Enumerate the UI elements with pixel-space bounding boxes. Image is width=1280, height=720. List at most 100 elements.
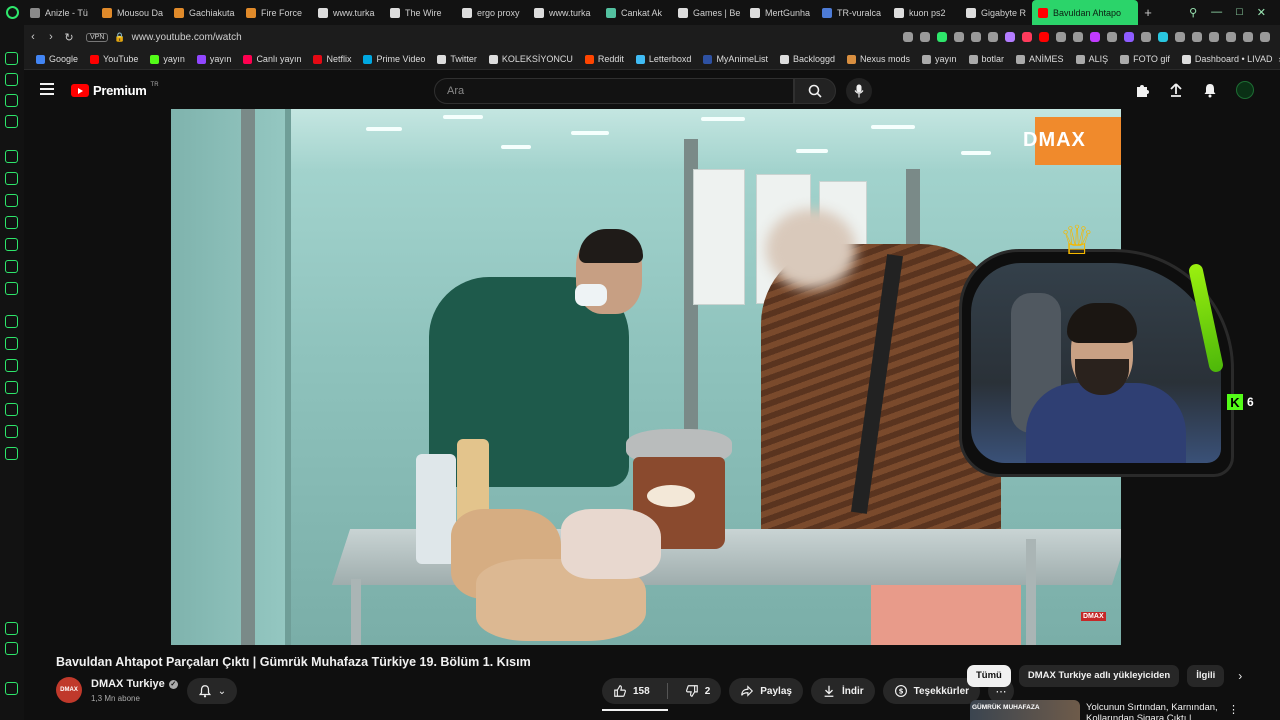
- tab[interactable]: Anizle - Tü: [24, 0, 96, 25]
- forward-icon[interactable]: ›: [42, 31, 60, 43]
- discord-icon[interactable]: [5, 282, 18, 295]
- like-button[interactable]: 158: [602, 678, 661, 704]
- bookmark[interactable]: yayın: [191, 54, 238, 64]
- chip-from-uploader[interactable]: DMAX Turkiye adlı yükleyiciden: [1018, 665, 1180, 687]
- bookmark[interactable]: Nexus mods: [841, 54, 916, 64]
- reload-icon[interactable]: ↻: [60, 31, 78, 44]
- recommended-title[interactable]: Yolcunun Sırtından, Karnından, Kollarınd…: [1086, 702, 1226, 720]
- opera-gx-logo-icon[interactable]: [0, 0, 24, 25]
- bookmark-folder[interactable]: yayın: [916, 54, 963, 64]
- recommended-thumbnail[interactable]: GÜMRÜK MUHAFAZA: [970, 700, 1080, 720]
- tab[interactable]: TR-vuralca: [816, 0, 888, 25]
- upload-icon[interactable]: [1168, 82, 1184, 98]
- x-icon[interactable]: [5, 260, 18, 273]
- tab[interactable]: The Wire: [384, 0, 456, 25]
- gx-logo-icon[interactable]: [5, 682, 18, 695]
- back-icon[interactable]: ‹: [24, 31, 42, 43]
- youtube-premium-logo[interactable]: Premium TR: [71, 82, 159, 98]
- extension-icon[interactable]: [1039, 32, 1049, 42]
- extension-icon[interactable]: [1192, 32, 1202, 42]
- bookmark[interactable]: YouTube: [84, 54, 144, 64]
- channel-avatar[interactable]: DMAX: [56, 677, 82, 703]
- account-avatar[interactable]: [1236, 81, 1254, 99]
- extension-icon[interactable]: [920, 32, 930, 42]
- tab[interactable]: Fire Force: [240, 0, 312, 25]
- extension-icon[interactable]: [903, 32, 913, 42]
- discord-icon[interactable]: [5, 216, 18, 229]
- bookmark[interactable]: Backloggd: [774, 54, 841, 64]
- minimize-icon[interactable]: —: [1211, 6, 1222, 19]
- tab[interactable]: www.turka: [528, 0, 600, 25]
- messenger-icon[interactable]: [5, 52, 18, 65]
- close-icon[interactable]: ✕: [1257, 6, 1266, 19]
- vpn-badge[interactable]: VPN: [86, 32, 109, 42]
- twitch-icon[interactable]: [5, 194, 18, 207]
- new-tab-button[interactable]: +: [1138, 5, 1158, 20]
- menu-icon[interactable]: [40, 83, 54, 98]
- tab[interactable]: kuon ps2: [888, 0, 960, 25]
- extension-icon[interactable]: [1175, 32, 1185, 42]
- tab[interactable]: Mousou Da: [96, 0, 168, 25]
- extension-icon[interactable]: [1005, 32, 1015, 42]
- recommended-video[interactable]: GÜMRÜK MUHAFAZA Yolcunun Sırtından, Karn…: [970, 700, 1270, 720]
- dislike-button[interactable]: 2: [674, 678, 722, 704]
- settings-icon[interactable]: [5, 447, 18, 460]
- telegram-icon[interactable]: [5, 94, 18, 107]
- history-icon[interactable]: [5, 381, 18, 394]
- wallet-icon[interactable]: [5, 359, 18, 372]
- bookmark[interactable]: MyAnimeList: [697, 54, 774, 64]
- bookmark[interactable]: Canlı yayın: [237, 54, 307, 64]
- mail-icon[interactable]: [5, 115, 18, 128]
- tab[interactable]: MertGunha: [744, 0, 816, 25]
- extension-puzzle-icon[interactable]: [1134, 82, 1150, 98]
- bookmark-folder[interactable]: botlar: [963, 54, 1011, 64]
- gx-corner-icon[interactable]: [5, 172, 18, 185]
- thanks-button[interactable]: $ Teşekkürler: [882, 678, 981, 704]
- tab[interactable]: Gachiakuta: [168, 0, 240, 25]
- chip-related[interactable]: İlgili: [1187, 665, 1225, 687]
- search-tabs-icon[interactable]: ⚲: [1189, 6, 1197, 19]
- bookmark-folder[interactable]: ALIŞ: [1070, 54, 1115, 64]
- download-icon[interactable]: [5, 403, 18, 416]
- extension-icon[interactable]: [954, 32, 964, 42]
- bookmark-folder[interactable]: ANİMES: [1010, 54, 1070, 64]
- bookmark[interactable]: Letterboxd: [630, 54, 698, 64]
- extension-icon[interactable]: [971, 32, 981, 42]
- bookmark[interactable]: KOLEKSİYONCU: [483, 54, 579, 64]
- url-field[interactable]: www.youtube.com/watch: [132, 32, 242, 43]
- bookmark[interactable]: Google: [30, 54, 84, 64]
- tab[interactable]: Gigabyte R: [960, 0, 1032, 25]
- apps-icon[interactable]: [5, 315, 18, 328]
- heart-icon[interactable]: [5, 337, 18, 350]
- extension-icon[interactable]: [1124, 32, 1134, 42]
- menu-icon[interactable]: [1260, 32, 1270, 42]
- extension-icon[interactable]: [1090, 32, 1100, 42]
- tab-active[interactable]: Bavuldan Ahtapo: [1032, 0, 1138, 25]
- instagram-icon[interactable]: [5, 238, 18, 251]
- maximize-icon[interactable]: □: [1236, 6, 1243, 19]
- download-button[interactable]: İndir: [810, 678, 875, 704]
- bookmark-folder[interactable]: FOTO gif: [1114, 54, 1176, 64]
- share-button[interactable]: Paylaş: [729, 678, 803, 704]
- tab[interactable]: ergo proxy: [456, 0, 528, 25]
- search-button[interactable]: [794, 78, 836, 104]
- lock-icon[interactable]: 🔒: [114, 32, 125, 43]
- notifications-bell-icon[interactable]: [1202, 82, 1218, 98]
- chevron-right-icon[interactable]: ›: [1238, 669, 1242, 683]
- extension-icon[interactable]: [1158, 32, 1168, 42]
- whatsapp-icon[interactable]: [5, 73, 18, 86]
- notifications-button[interactable]: ⌄: [187, 678, 237, 704]
- bookmark[interactable]: Prime Video: [357, 54, 431, 64]
- heart-icon[interactable]: [988, 32, 998, 42]
- gx-control-icon[interactable]: [5, 642, 18, 655]
- extension-icon[interactable]: [1209, 32, 1219, 42]
- extension-icon[interactable]: [1073, 32, 1083, 42]
- chip-all[interactable]: Tümü: [967, 665, 1011, 687]
- channel-name[interactable]: DMAX Turkiye: [91, 678, 165, 690]
- bookmark[interactable]: Netflix: [307, 54, 357, 64]
- extension-icon[interactable]: [1056, 32, 1066, 42]
- profile-icon[interactable]: [1243, 32, 1253, 42]
- tab[interactable]: www.turka: [312, 0, 384, 25]
- more-vertical-icon[interactable]: ⋮: [1228, 703, 1239, 716]
- tab[interactable]: Games | Be: [672, 0, 744, 25]
